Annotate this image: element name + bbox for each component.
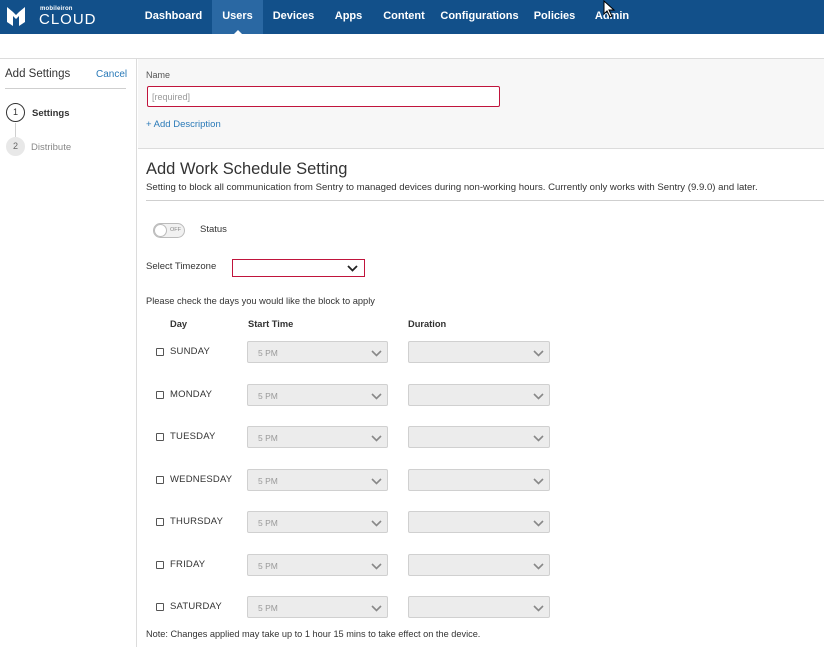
section-title: Add Work Schedule Setting [146,160,348,178]
chevron-down-icon [533,478,544,485]
name-panel: Name + Add Description [138,59,824,149]
day-checkbox[interactable] [156,476,164,484]
start-time-select[interactable]: 5 PM [247,384,388,406]
start-time-select[interactable]: 5 PM [247,426,388,448]
name-input[interactable] [147,86,500,107]
brand-big-text: CLOUD [39,11,97,28]
start-time-value: 5 PM [258,518,278,528]
day-row-saturday: SATURDAY 5 PM [146,596,566,618]
nav-apps[interactable]: Apps [329,0,368,34]
section-description: Setting to block all communication from … [146,182,758,193]
days-instructions: Please check the days you would like the… [146,296,375,306]
day-row-thursday: THURSDAY 5 PM [146,511,566,533]
toggle-state-text: OFF [170,227,181,233]
nav-dashboard[interactable]: Dashboard [140,0,207,34]
day-name: SATURDAY [170,601,222,612]
nav-devices[interactable]: Devices [268,0,319,34]
chevron-down-icon [533,563,544,570]
day-checkbox[interactable] [156,603,164,611]
start-time-select[interactable]: 5 PM [247,341,388,363]
day-name: FRIDAY [170,559,206,570]
note-text: Note: Changes applied may take up to 1 h… [146,629,481,639]
start-time-value: 5 PM [258,561,278,571]
chevron-down-icon [371,393,382,400]
chevron-down-icon [371,478,382,485]
day-name: THURSDAY [170,516,224,527]
wizard-title: Add Settings [5,68,71,80]
chevron-down-icon [533,520,544,527]
chevron-down-icon [533,393,544,400]
duration-select[interactable] [408,554,550,576]
step-1-indicator[interactable]: 1 [6,103,25,122]
duration-select[interactable] [408,596,550,618]
step-connector [15,123,16,137]
day-row-monday: MONDAY 5 PM [146,384,566,406]
column-header-start-time: Start Time [248,319,294,329]
step-distribute-label[interactable]: Distribute [31,142,71,153]
chevron-down-icon [371,350,382,357]
start-time-select[interactable]: 5 PM [247,596,388,618]
nav-policies[interactable]: Policies [530,0,579,34]
wizard-sidebar: Add Settings Cancel 1 Settings 2 Distrib… [0,59,137,647]
name-label: Name [146,70,171,80]
chevron-down-icon [371,435,382,442]
column-header-duration: Duration [408,319,447,329]
start-time-value: 5 PM [258,348,278,358]
day-name: MONDAY [170,389,213,400]
duration-select[interactable] [408,384,550,406]
brand-logo[interactable]: mobileiron CLOUD [6,5,116,29]
column-header-day: Day [170,319,188,329]
start-time-select[interactable]: 5 PM [247,511,388,533]
day-row-wednesday: WEDNESDAY 5 PM [146,469,566,491]
day-row-tuesday: TUESDAY 5 PM [146,426,566,448]
day-checkbox[interactable] [156,518,164,526]
timezone-select[interactable] [232,259,365,277]
chevron-down-icon [533,350,544,357]
mobileiron-logo-icon [7,7,25,26]
mouse-pointer-icon [603,0,616,18]
start-time-value: 5 PM [258,433,278,443]
start-time-select[interactable]: 5 PM [247,554,388,576]
start-time-select[interactable]: 5 PM [247,469,388,491]
top-nav-bar: mobileiron CLOUD Dashboard Users Devices… [0,0,824,34]
chevron-down-icon [371,605,382,612]
toggle-knob [154,224,167,237]
chevron-down-icon [533,435,544,442]
step-settings-label[interactable]: Settings [32,108,69,119]
step-2-indicator[interactable]: 2 [6,137,25,156]
duration-select[interactable] [408,426,550,448]
nav-configurations[interactable]: Configurations [440,0,519,34]
divider [146,200,824,201]
duration-select[interactable] [408,511,550,533]
duration-select[interactable] [408,341,550,363]
divider [5,88,126,89]
day-checkbox[interactable] [156,348,164,356]
chevron-down-icon [347,265,358,272]
duration-select[interactable] [408,469,550,491]
day-name: SUNDAY [170,346,211,357]
nav-users[interactable]: Users [212,0,263,34]
nav-content[interactable]: Content [379,0,429,34]
status-toggle[interactable]: OFF [153,223,185,238]
chevron-down-icon [533,605,544,612]
day-name: WEDNESDAY [170,474,233,485]
day-checkbox[interactable] [156,433,164,441]
day-checkbox[interactable] [156,561,164,569]
day-checkbox[interactable] [156,391,164,399]
start-time-value: 5 PM [258,391,278,401]
day-name: TUESDAY [170,431,216,442]
day-row-sunday: SUNDAY 5 PM [146,341,566,363]
start-time-value: 5 PM [258,603,278,613]
day-row-friday: FRIDAY 5 PM [146,554,566,576]
add-description-link[interactable]: + Add Description [146,119,221,130]
chevron-down-icon [371,563,382,570]
start-time-value: 5 PM [258,476,278,486]
cancel-link[interactable]: Cancel [96,69,127,80]
status-label: Status [200,224,227,235]
timezone-label: Select Timezone [146,261,217,272]
chevron-down-icon [371,520,382,527]
